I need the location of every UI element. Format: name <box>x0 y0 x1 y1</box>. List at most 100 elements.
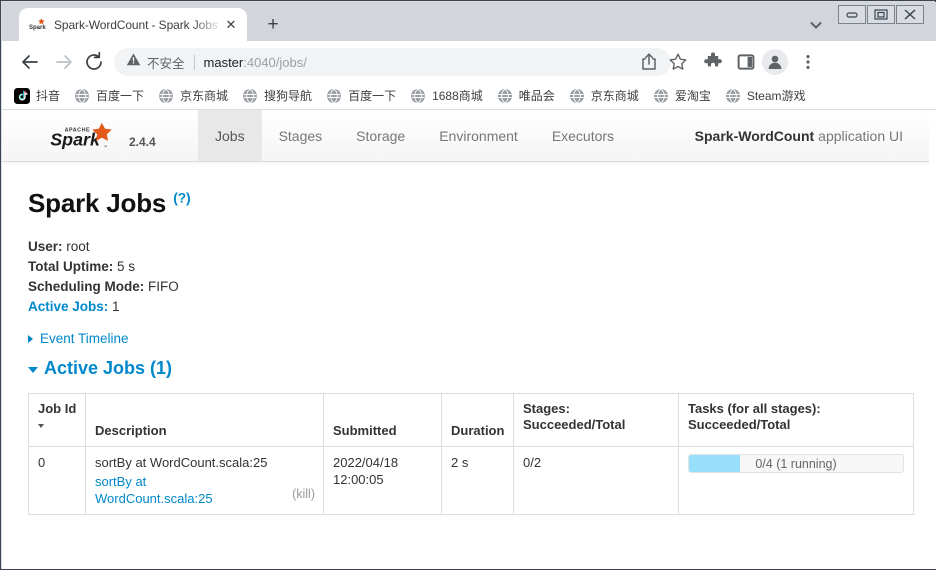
summary-uptime: Total Uptime: 5 s <box>28 257 903 276</box>
page-viewport: APACHE Spark ™ 2.4.4 Jobs Stages Storage… <box>2 110 929 569</box>
tab-storage[interactable]: Storage <box>339 110 422 161</box>
jobs-table: Job Id Description Submitted Duration St… <box>28 393 914 515</box>
bookmark-item[interactable]: Steam游戏 <box>725 84 806 108</box>
application-ui-suffix: application UI <box>818 127 903 144</box>
job-description-row2: sortBy at WordCount.scala:25 (kill) <box>95 473 315 507</box>
window-minimize-button[interactable] <box>838 5 866 24</box>
url-text: master:4040/jobs/ <box>204 55 307 70</box>
tab-executors[interactable]: Executors <box>535 110 631 161</box>
spark-logo-link[interactable]: APACHE Spark ™ 2.4.4 <box>50 122 156 152</box>
chevron-down-icon[interactable] <box>805 14 827 36</box>
bookmark-label: 爱淘宝 <box>674 89 711 103</box>
bookmark-item[interactable]: 搜狗导航 <box>242 84 312 108</box>
new-tab-button[interactable]: + <box>260 12 286 38</box>
globe-icon <box>74 88 90 104</box>
summary-scheduling-mode-value: FIFO <box>148 279 179 294</box>
help-link[interactable]: (?) <box>173 189 190 205</box>
browser-window: Spark Spark-WordCount - Spark Jobs ✕ + 不… <box>0 0 936 570</box>
url-host: master <box>203 54 244 70</box>
bookmark-item[interactable]: 百度一下 <box>326 84 396 108</box>
url-path: :4040/jobs/ <box>243 54 307 70</box>
bookmark-item[interactable]: 爱淘宝 <box>653 84 711 108</box>
window-restore-button[interactable] <box>867 5 895 24</box>
extensions-puzzle-icon[interactable] <box>702 51 724 73</box>
share-icon[interactable] <box>638 51 660 73</box>
table-header-row: Job Id Description Submitted Duration St… <box>28 393 914 447</box>
window-close-button[interactable] <box>896 5 924 24</box>
active-jobs-header-label: Active Jobs (1) <box>44 358 173 378</box>
forward-button[interactable] <box>52 50 76 74</box>
back-button[interactable] <box>18 50 42 74</box>
summary-active-jobs-value: 1 <box>112 299 120 314</box>
bookmark-item[interactable]: 京东商城 <box>569 84 639 108</box>
cell-submitted: 2022/04/18 12:00:05 <box>323 446 442 515</box>
summary-uptime-label: Total Uptime: <box>28 259 114 274</box>
bookmark-item[interactable]: 百度一下 <box>74 84 144 108</box>
summary-user-value: root <box>66 239 90 254</box>
col-submitted[interactable]: Submitted <box>323 393 442 447</box>
profile-avatar-icon[interactable] <box>762 49 788 75</box>
kill-job-link[interactable]: (kill) <box>292 473 315 503</box>
spark-navbar: APACHE Spark ™ 2.4.4 Jobs Stages Storage… <box>2 110 929 162</box>
col-duration-label: Duration <box>451 423 505 438</box>
col-description[interactable]: Description <box>85 393 324 447</box>
application-name: Spark-WordCount <box>694 127 815 144</box>
bookmark-label: 百度一下 <box>96 89 145 103</box>
cell-job-id: 0 <box>28 446 86 515</box>
job-description-link[interactable]: sortBy at WordCount.scala:25 <box>95 473 247 507</box>
chrome-menu-icon[interactable] <box>797 51 819 73</box>
tab-jobs[interactable]: Jobs <box>198 110 262 161</box>
scrollbar-gutter[interactable] <box>929 110 936 569</box>
bookmark-item[interactable]: 京东商城 <box>158 84 228 108</box>
bookmark-label: 搜狗导航 <box>264 89 313 103</box>
reload-button[interactable] <box>82 50 106 74</box>
col-tasks-label-line1: Tasks (for all stages): <box>688 401 821 416</box>
tab-stages[interactable]: Stages <box>262 110 340 161</box>
event-timeline-toggle[interactable]: Event Timeline <box>28 331 903 346</box>
globe-icon <box>242 88 258 104</box>
bookmark-label: 唯品会 <box>518 89 555 103</box>
tab-environment[interactable]: Environment <box>422 110 535 161</box>
caret-right-icon <box>28 334 33 343</box>
globe-icon <box>158 88 174 104</box>
col-stages[interactable]: Stages: Succeeded/Total <box>513 393 679 447</box>
cell-stages: 0/2 <box>513 446 679 515</box>
bookmark-label: 京东商城 <box>180 89 229 103</box>
col-duration[interactable]: Duration <box>441 393 514 447</box>
side-panel-icon[interactable] <box>735 51 757 73</box>
bookmark-item[interactable]: 抖音 <box>14 84 60 108</box>
col-tasks[interactable]: Tasks (for all stages): Succeeded/Total <box>678 393 914 447</box>
address-bar[interactable]: 不安全 master:4040/jobs/ <box>114 48 671 76</box>
table-row: 0 sortBy at WordCount.scala:25 sortBy at… <box>28 446 914 515</box>
summary-user: User: root <box>28 237 903 256</box>
col-description-label: Description <box>95 423 167 438</box>
globe-icon <box>410 88 426 104</box>
bookmark-item[interactable]: 1688商城 <box>410 84 483 108</box>
bookmark-star-icon[interactable] <box>667 51 689 73</box>
col-job-id[interactable]: Job Id <box>28 393 86 447</box>
col-stages-label-line1: Stages: <box>523 401 570 416</box>
page-title: Spark Jobs (?) <box>28 188 903 219</box>
col-stages-label-line2: Succeeded/Total <box>523 417 626 432</box>
close-icon[interactable]: ✕ <box>223 17 239 33</box>
globe-icon <box>569 88 585 104</box>
cell-duration: 2 s <box>441 446 514 515</box>
active-jobs-toggle[interactable]: Active Jobs (1) <box>28 358 903 379</box>
svg-text:™: ™ <box>103 144 107 149</box>
tasks-progress-label: 0/4 (1 running) <box>755 457 837 471</box>
browser-toolbar: 不安全 master:4040/jobs/ <box>2 41 936 82</box>
cell-tasks: 0/4 (1 running) <box>678 446 914 515</box>
bookmark-item[interactable]: 唯品会 <box>497 84 555 108</box>
summary-active-jobs: Active Jobs: 1 <box>28 297 903 316</box>
bookmark-label: 1688商城 <box>432 89 483 103</box>
cell-description: sortBy at WordCount.scala:25 sortBy at W… <box>85 446 324 515</box>
not-secure-warning-icon <box>126 52 141 72</box>
browser-tab[interactable]: Spark Spark-WordCount - Spark Jobs ✕ <box>19 8 247 41</box>
job-description-text: sortBy at WordCount.scala:25 <box>95 455 268 470</box>
sort-descending-icon <box>38 424 44 428</box>
caret-down-icon <box>28 366 38 373</box>
tasks-progress-bar: 0/4 (1 running) <box>688 454 904 473</box>
spark-version-label: 2.4.4 <box>129 135 156 149</box>
summary-active-jobs-link[interactable]: Active Jobs: <box>28 299 108 314</box>
spark-nav-tabs: Jobs Stages Storage Environment Executor… <box>198 110 631 161</box>
